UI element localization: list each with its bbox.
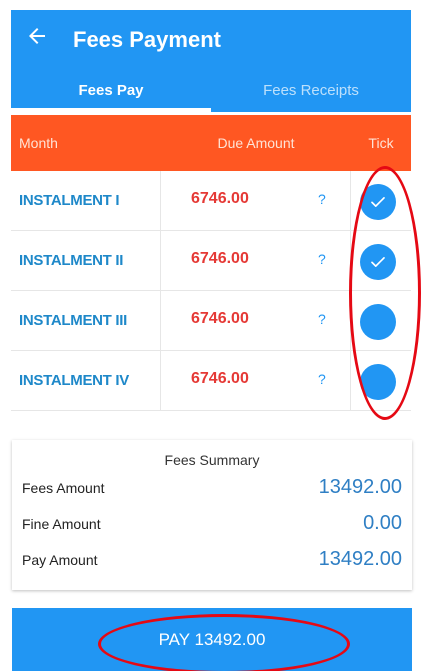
table-row: INSTALMENT III 6746.00 ? [11, 291, 411, 351]
tab-fees-receipts[interactable]: Fees Receipts [211, 76, 411, 112]
amount-cell: 6746.00 ? [161, 291, 351, 350]
summary-title: Fees Summary [164, 452, 260, 468]
fine-amount-label: Fine Amount [22, 516, 101, 532]
table-row: INSTALMENT IV 6746.00 ? [11, 351, 411, 411]
app-bar: Fees Payment Fees Pay Fees Receipts [11, 10, 411, 112]
due-amount: 6746.00 [191, 190, 249, 207]
header-tick: Tick [368, 135, 394, 151]
select-checkbox[interactable] [360, 184, 396, 220]
select-checkbox[interactable] [360, 364, 396, 400]
tick-cell [351, 231, 411, 290]
month-label: INSTALMENT IV [11, 351, 161, 410]
select-checkbox[interactable] [360, 244, 396, 280]
tab-fees-pay[interactable]: Fees Pay [11, 76, 211, 112]
tab-bar: Fees Pay Fees Receipts [11, 76, 411, 112]
header-due-amount: Due Amount [217, 135, 295, 151]
fine-amount-value: 0.00 [363, 512, 402, 534]
fees-summary-card: Fees Summary Fees Amount 13492.00 Fine A… [12, 440, 412, 590]
info-link[interactable]: ? [318, 231, 326, 287]
instalment-table: INSTALMENT I 6746.00 ? INSTALMENT II 674… [11, 171, 411, 411]
table-row: INSTALMENT II 6746.00 ? [11, 231, 411, 291]
month-label: INSTALMENT II [11, 231, 161, 290]
arrow-left-icon[interactable] [25, 24, 49, 48]
tick-cell [351, 171, 411, 230]
check-icon [371, 257, 385, 267]
info-link[interactable]: ? [318, 171, 326, 227]
page-title: Fees Payment [73, 27, 221, 52]
month-label: INSTALMENT III [11, 291, 161, 350]
due-amount: 6746.00 [191, 370, 249, 387]
pay-amount-label: Pay Amount [22, 552, 98, 568]
header-month: Month [19, 135, 58, 151]
summary-row-fine: Fine Amount 0.00 [22, 512, 402, 540]
info-link[interactable]: ? [318, 351, 326, 407]
table-row: INSTALMENT I 6746.00 ? [11, 171, 411, 231]
check-icon [371, 197, 385, 207]
info-link[interactable]: ? [318, 291, 326, 347]
pay-amount-value: 13492.00 [318, 548, 402, 570]
due-amount: 6746.00 [191, 310, 249, 327]
tick-cell [351, 351, 411, 410]
table-header: Month Due Amount Tick [11, 115, 411, 171]
summary-row-pay: Pay Amount 13492.00 [22, 548, 402, 576]
due-amount: 6746.00 [191, 250, 249, 267]
amount-cell: 6746.00 ? [161, 231, 351, 290]
fees-amount-value: 13492.00 [318, 476, 402, 498]
tick-cell [351, 291, 411, 350]
month-label: INSTALMENT I [11, 171, 161, 230]
amount-cell: 6746.00 ? [161, 351, 351, 410]
summary-row-fees: Fees Amount 13492.00 [22, 476, 402, 504]
select-checkbox[interactable] [360, 304, 396, 340]
fees-amount-label: Fees Amount [22, 480, 105, 496]
pay-button[interactable]: PAY 13492.00 [12, 608, 412, 671]
amount-cell: 6746.00 ? [161, 171, 351, 230]
